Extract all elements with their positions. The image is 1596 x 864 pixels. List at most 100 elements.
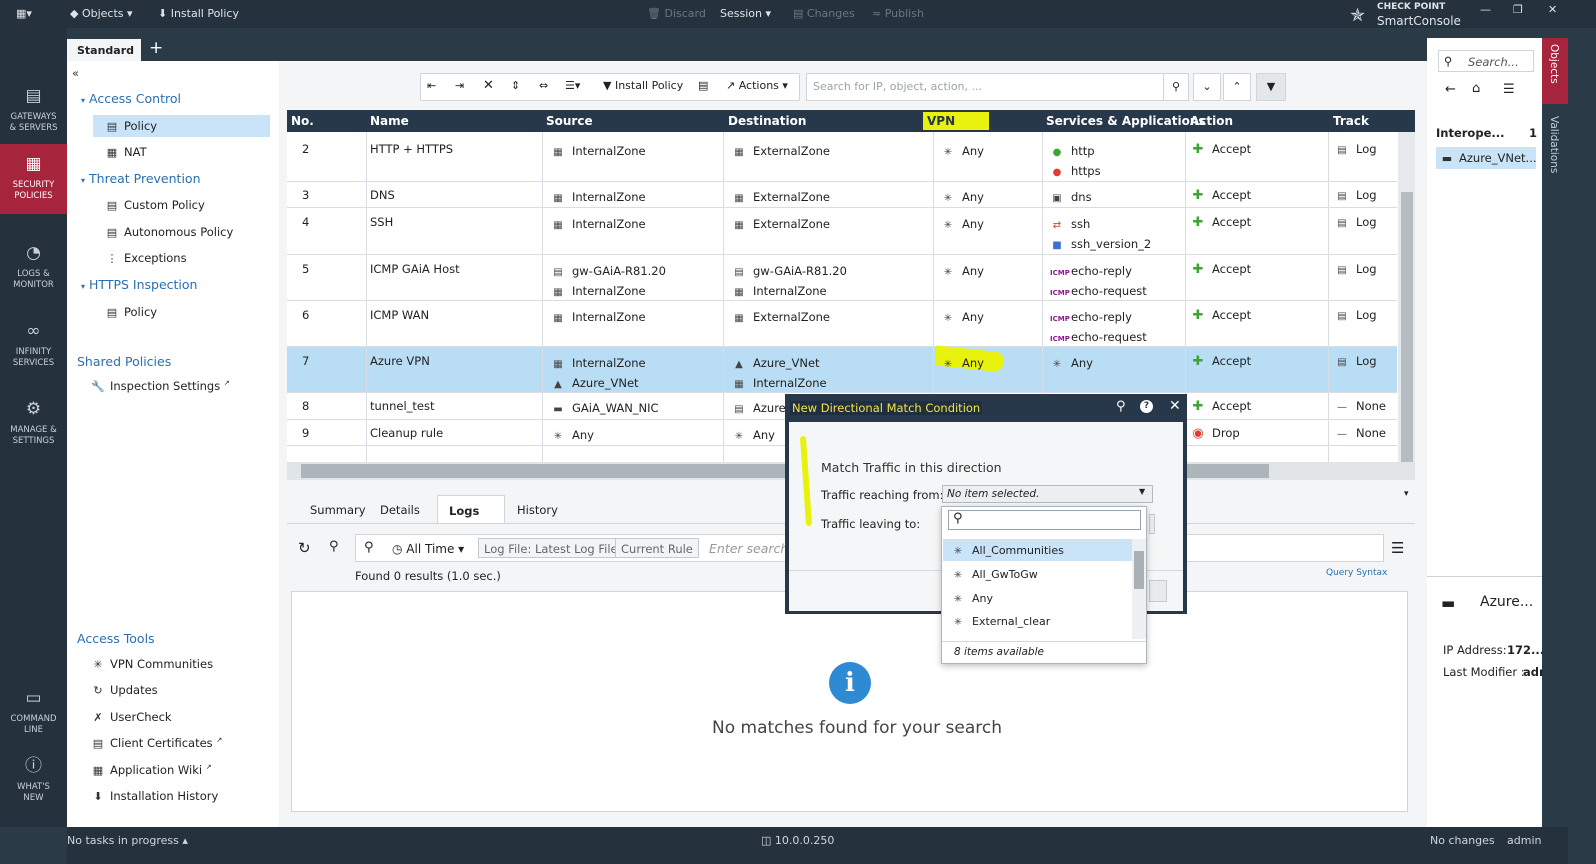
col-action[interactable]: Action bbox=[1190, 114, 1233, 128]
close-icon[interactable]: ✕ bbox=[1169, 398, 1181, 414]
dialog-ok-button[interactable] bbox=[1149, 580, 1167, 602]
app-menu-icon[interactable]: ▦▾ bbox=[16, 7, 32, 20]
tree-autonomous-policy[interactable]: ▤ Autonomous Policy bbox=[105, 225, 233, 239]
side-tab-validations[interactable]: Validations bbox=[1542, 112, 1568, 182]
tree-policy[interactable]: ▤ Policy bbox=[93, 115, 270, 137]
tree-exceptions[interactable]: ⋮ Exceptions bbox=[105, 251, 187, 265]
tab-history[interactable]: History bbox=[517, 503, 558, 517]
nav-gateways-servers[interactable]: ▤ GATEWAYS & SERVERS bbox=[0, 76, 67, 146]
list-view-icon[interactable]: ☰▾ bbox=[565, 79, 580, 92]
col-services[interactable]: Services & Applications bbox=[1046, 114, 1206, 128]
traffic-to-select[interactable] bbox=[1149, 514, 1155, 534]
rule-row-selected[interactable]: 7 Azure VPN ▦ InternalZone ▲ Azure_VNet ▲ A… bbox=[287, 345, 1397, 393]
picker-scrollbar[interactable] bbox=[1132, 539, 1146, 639]
tool-vpn-communities[interactable]: ✳ VPN Communities bbox=[91, 657, 213, 671]
tasks-status[interactable]: No tasks in progress ▴ bbox=[67, 834, 188, 847]
close-window-icon[interactable]: ✕ bbox=[1548, 3, 1557, 16]
picker-item[interactable]: ✳ All_GwToGw bbox=[943, 563, 1133, 585]
add-rule-above-icon[interactable]: ⇤ bbox=[427, 79, 436, 92]
nav-manage-settings[interactable]: ⚙ MANAGE & SETTINGS bbox=[0, 389, 67, 459]
picker-item[interactable]: ✳ External_clear bbox=[943, 610, 1133, 632]
picker-item[interactable]: ✳ Any bbox=[943, 587, 1133, 609]
chevron-down-icon[interactable]: ⌄ bbox=[1193, 73, 1221, 101]
policy-package-icon[interactable]: ▤ bbox=[698, 79, 708, 92]
expand-all-icon[interactable]: ⇕ bbox=[511, 79, 520, 92]
col-name[interactable]: Name bbox=[370, 114, 409, 128]
scroll-thumb[interactable] bbox=[1134, 551, 1144, 589]
col-track[interactable]: Track bbox=[1333, 114, 1369, 128]
log-search-input[interactable]: Enter search bbox=[709, 541, 788, 556]
tree-https-inspection[interactable]: ▾ HTTPS Inspection bbox=[81, 277, 197, 292]
tree-https-policy[interactable]: ▤ Policy bbox=[105, 305, 157, 319]
col-no[interactable]: No. bbox=[291, 114, 314, 128]
publish-button[interactable]: ≈ Publish bbox=[872, 7, 924, 20]
interop-group[interactable]: Interope... bbox=[1436, 126, 1504, 140]
traffic-from-select[interactable]: No item selected. ▼ bbox=[942, 485, 1153, 503]
picker-search-input[interactable]: ⚲ bbox=[948, 510, 1141, 530]
rulebase-search-input[interactable]: Search for IP, object, action, ... bbox=[806, 73, 1186, 101]
chevron-up-icon[interactable]: ⌃ bbox=[1223, 73, 1251, 101]
actions-menu[interactable]: ↗ Actions ▾ bbox=[726, 79, 788, 92]
tree-threat-prevention[interactable]: ▾ Threat Prevention bbox=[81, 171, 201, 186]
filter-icon[interactable]: ▼ bbox=[1256, 73, 1286, 101]
install-policy-button[interactable]: ▼ Install Policy bbox=[603, 79, 683, 92]
minimize-icon[interactable]: — bbox=[1480, 3, 1491, 16]
restore-icon[interactable]: ❐ bbox=[1513, 3, 1523, 16]
query-syntax-link[interactable]: Query Syntax bbox=[1326, 568, 1387, 578]
tool-installation-history[interactable]: ⬇ Installation History bbox=[91, 789, 218, 803]
install-policy-top-button[interactable]: ⬇ Install Policy bbox=[158, 7, 239, 20]
session-menu[interactable]: Session ▾ bbox=[720, 7, 771, 20]
nav-infinity-services[interactable]: ∞ INFINITY SERVICES bbox=[0, 311, 67, 381]
rule-row[interactable]: 4 SSH ▦ InternalZone ▦ ExternalZone ✳ Any ⇄… bbox=[287, 208, 1397, 255]
tree-nat[interactable]: ▦ NAT bbox=[105, 145, 147, 159]
nav-security-policies[interactable]: ▦ SECURITY POLICIES bbox=[0, 144, 67, 214]
objects-menu[interactable]: ◆ Objects ▾ bbox=[70, 7, 133, 20]
tree-custom-policy[interactable]: ▤ Custom Policy bbox=[105, 198, 205, 212]
tool-updates[interactable]: ↻ Updates bbox=[91, 683, 157, 697]
grid-vertical-scrollbar[interactable] bbox=[1398, 132, 1415, 480]
refresh-icon[interactable]: ↻ bbox=[298, 539, 311, 557]
rule-row[interactable]: 5 ICMP GAiA Host ▤ gw-GAiA-R81.20 ▦ Intern… bbox=[287, 255, 1397, 301]
add-tab-button[interactable]: + bbox=[149, 38, 163, 58]
time-filter-dropdown[interactable]: ◷ All Time ▾ bbox=[392, 542, 464, 556]
rule-row[interactable]: 6 ICMP WAN ▦ InternalZone ▦ ExternalZone ✳… bbox=[287, 301, 1397, 347]
vpn-cell-selected[interactable]: ✳ Any bbox=[934, 345, 1042, 392]
tree-inspection-settings[interactable]: 🔧 Inspection Settings ↗ bbox=[91, 379, 230, 393]
tab-details[interactable]: Details bbox=[380, 503, 420, 517]
scroll-thumb[interactable] bbox=[1401, 192, 1413, 472]
search-icon[interactable]: ⚲ bbox=[1163, 73, 1189, 101]
tool-usercheck[interactable]: ✗ UserCheck bbox=[91, 710, 171, 724]
discard-button[interactable]: 🗑 Discard bbox=[647, 7, 706, 20]
rule-row[interactable]: 3 DNS ▦ InternalZone ▦ ExternalZone ✳ Any ▣… bbox=[287, 182, 1397, 208]
list-view-icon[interactable]: ☰ bbox=[1503, 82, 1515, 97]
search-icon[interactable]: ⚲ bbox=[1116, 399, 1126, 414]
delete-rule-icon[interactable]: ✕ bbox=[483, 78, 494, 93]
tool-client-certificates[interactable]: ▤ Client Certificates ↗ bbox=[91, 736, 222, 750]
nav-logs-monitor[interactable]: ◔ LOGS & MONITOR bbox=[0, 233, 67, 303]
log-file-chip[interactable]: Log File: Latest Log File bbox=[478, 538, 624, 558]
tab-summary[interactable]: Summary bbox=[310, 503, 366, 517]
help-icon[interactable]: ? bbox=[1140, 400, 1153, 413]
query-icon[interactable]: ⚲ bbox=[329, 539, 339, 554]
col-source[interactable]: Source bbox=[546, 114, 593, 128]
rule-row[interactable]: 2 HTTP + HTTPS ▦ InternalZone ▦ ExternalZo… bbox=[287, 132, 1397, 182]
col-destination[interactable]: Destination bbox=[728, 114, 806, 128]
pane-options-icon[interactable]: ▾ bbox=[1404, 489, 1409, 499]
tree-access-control[interactable]: ▾ Access Control bbox=[81, 91, 181, 106]
object-azure-vnet[interactable]: ▬ Azure_VNet... bbox=[1436, 147, 1537, 169]
current-rule-chip[interactable]: Current Rule bbox=[615, 538, 699, 558]
nav-whats-new[interactable]: ⓘ WHAT'S NEW bbox=[0, 746, 67, 816]
menu-icon[interactable]: ☰ bbox=[1391, 539, 1404, 557]
changes-button[interactable]: ▤ Changes bbox=[793, 7, 855, 20]
picker-item[interactable]: ✳ All_Communities bbox=[943, 539, 1133, 561]
home-icon[interactable]: ⌂ bbox=[1472, 81, 1480, 96]
tab-standard[interactable]: Standard bbox=[67, 39, 141, 61]
side-tab-objects[interactable]: Objects bbox=[1542, 38, 1568, 104]
col-vpn[interactable]: VPN bbox=[923, 112, 989, 130]
nav-command-line[interactable]: ▭ COMMAND LINE bbox=[0, 678, 67, 748]
add-rule-below-icon[interactable]: ⇥ bbox=[455, 79, 464, 92]
collapse-all-icon[interactable]: ⇔ bbox=[539, 79, 548, 92]
tab-logs[interactable]: Logs bbox=[437, 495, 505, 523]
back-arrow-icon[interactable]: ← bbox=[1445, 82, 1456, 97]
object-search-input[interactable]: ⚲ Search... bbox=[1438, 50, 1534, 72]
